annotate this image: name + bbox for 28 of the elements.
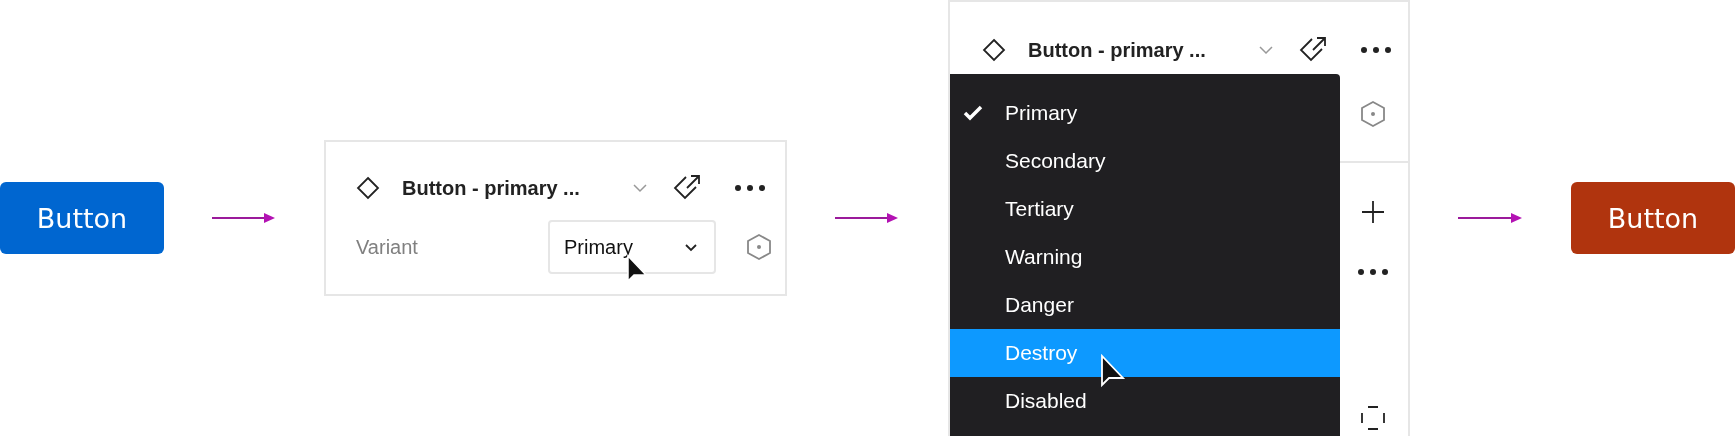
- menu-item[interactable]: Danger: [950, 281, 1340, 329]
- arrow: [212, 212, 275, 224]
- more-icon[interactable]: [1356, 268, 1389, 276]
- arrow: [835, 212, 898, 224]
- more-icon[interactable]: [734, 184, 766, 192]
- menu-item[interactable]: Secondary: [950, 137, 1340, 185]
- plus-icon[interactable]: [1360, 200, 1385, 224]
- variant-dropdown[interactable]: Primary: [548, 220, 716, 274]
- primary-button[interactable]: Button: [0, 182, 164, 254]
- menu-item[interactable]: Tertiary: [950, 185, 1340, 233]
- hexagon-icon[interactable]: [746, 233, 772, 261]
- menu-item[interactable]: Warning: [950, 233, 1340, 281]
- diamond-icon: [356, 176, 380, 200]
- more-icon[interactable]: [1360, 46, 1392, 54]
- arrow: [1458, 212, 1522, 224]
- menu-item[interactable]: Disabled: [950, 377, 1340, 425]
- menu-item[interactable]: Primary: [950, 89, 1340, 137]
- cursor-icon: [1100, 354, 1126, 390]
- diamond-icon: [982, 38, 1006, 62]
- chevron-down-icon[interactable]: [632, 183, 648, 193]
- check-icon: [962, 105, 983, 121]
- hexagon-icon[interactable]: [1359, 100, 1386, 128]
- property-label: Variant: [356, 235, 419, 259]
- chevron-down-icon: [684, 242, 698, 252]
- component-title: Button - primary ...: [1028, 38, 1207, 62]
- chevron-down-icon[interactable]: [1258, 45, 1274, 55]
- component-title: Button - primary ...: [402, 176, 581, 200]
- destroy-button[interactable]: Button: [1571, 182, 1735, 254]
